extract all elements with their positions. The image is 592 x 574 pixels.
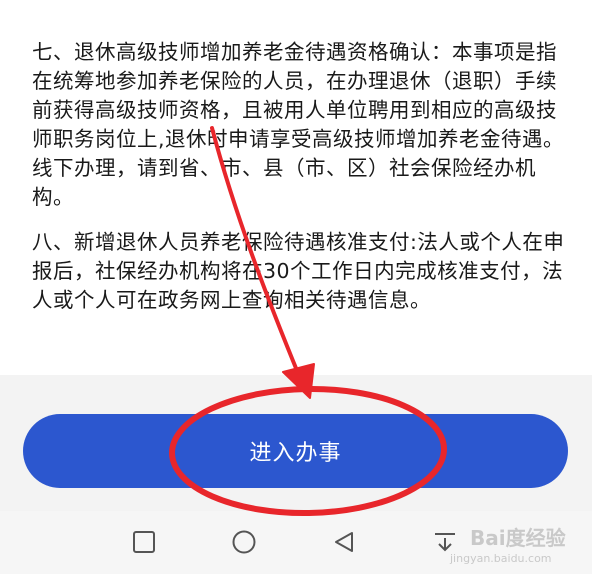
item-8-text: 八、新增退休人员养老保险待遇核准支付:法人或个人在申报后，社保经办机构将在30个…: [32, 230, 565, 312]
watermark-logo: Bai度经验: [470, 526, 566, 550]
baidu-watermark: Bai度经验 jingyan.baidu.com: [450, 522, 580, 568]
square-icon[interactable]: [131, 529, 157, 555]
watermark-url: jingyan.baidu.com: [450, 552, 552, 565]
enter-service-button[interactable]: 进入办事: [23, 414, 568, 488]
content-area: 七、退休高级技师增加养老金待遇资格确认：本事项是指在统筹地参加养老保险的人员，在…: [0, 0, 592, 375]
triangle-back-icon[interactable]: [331, 529, 357, 555]
item-7-text: 七、退休高级技师增加养老金待遇资格确认：本事项是指在统筹地参加养老保险的人员，在…: [32, 40, 565, 209]
circle-icon[interactable]: [231, 529, 257, 555]
